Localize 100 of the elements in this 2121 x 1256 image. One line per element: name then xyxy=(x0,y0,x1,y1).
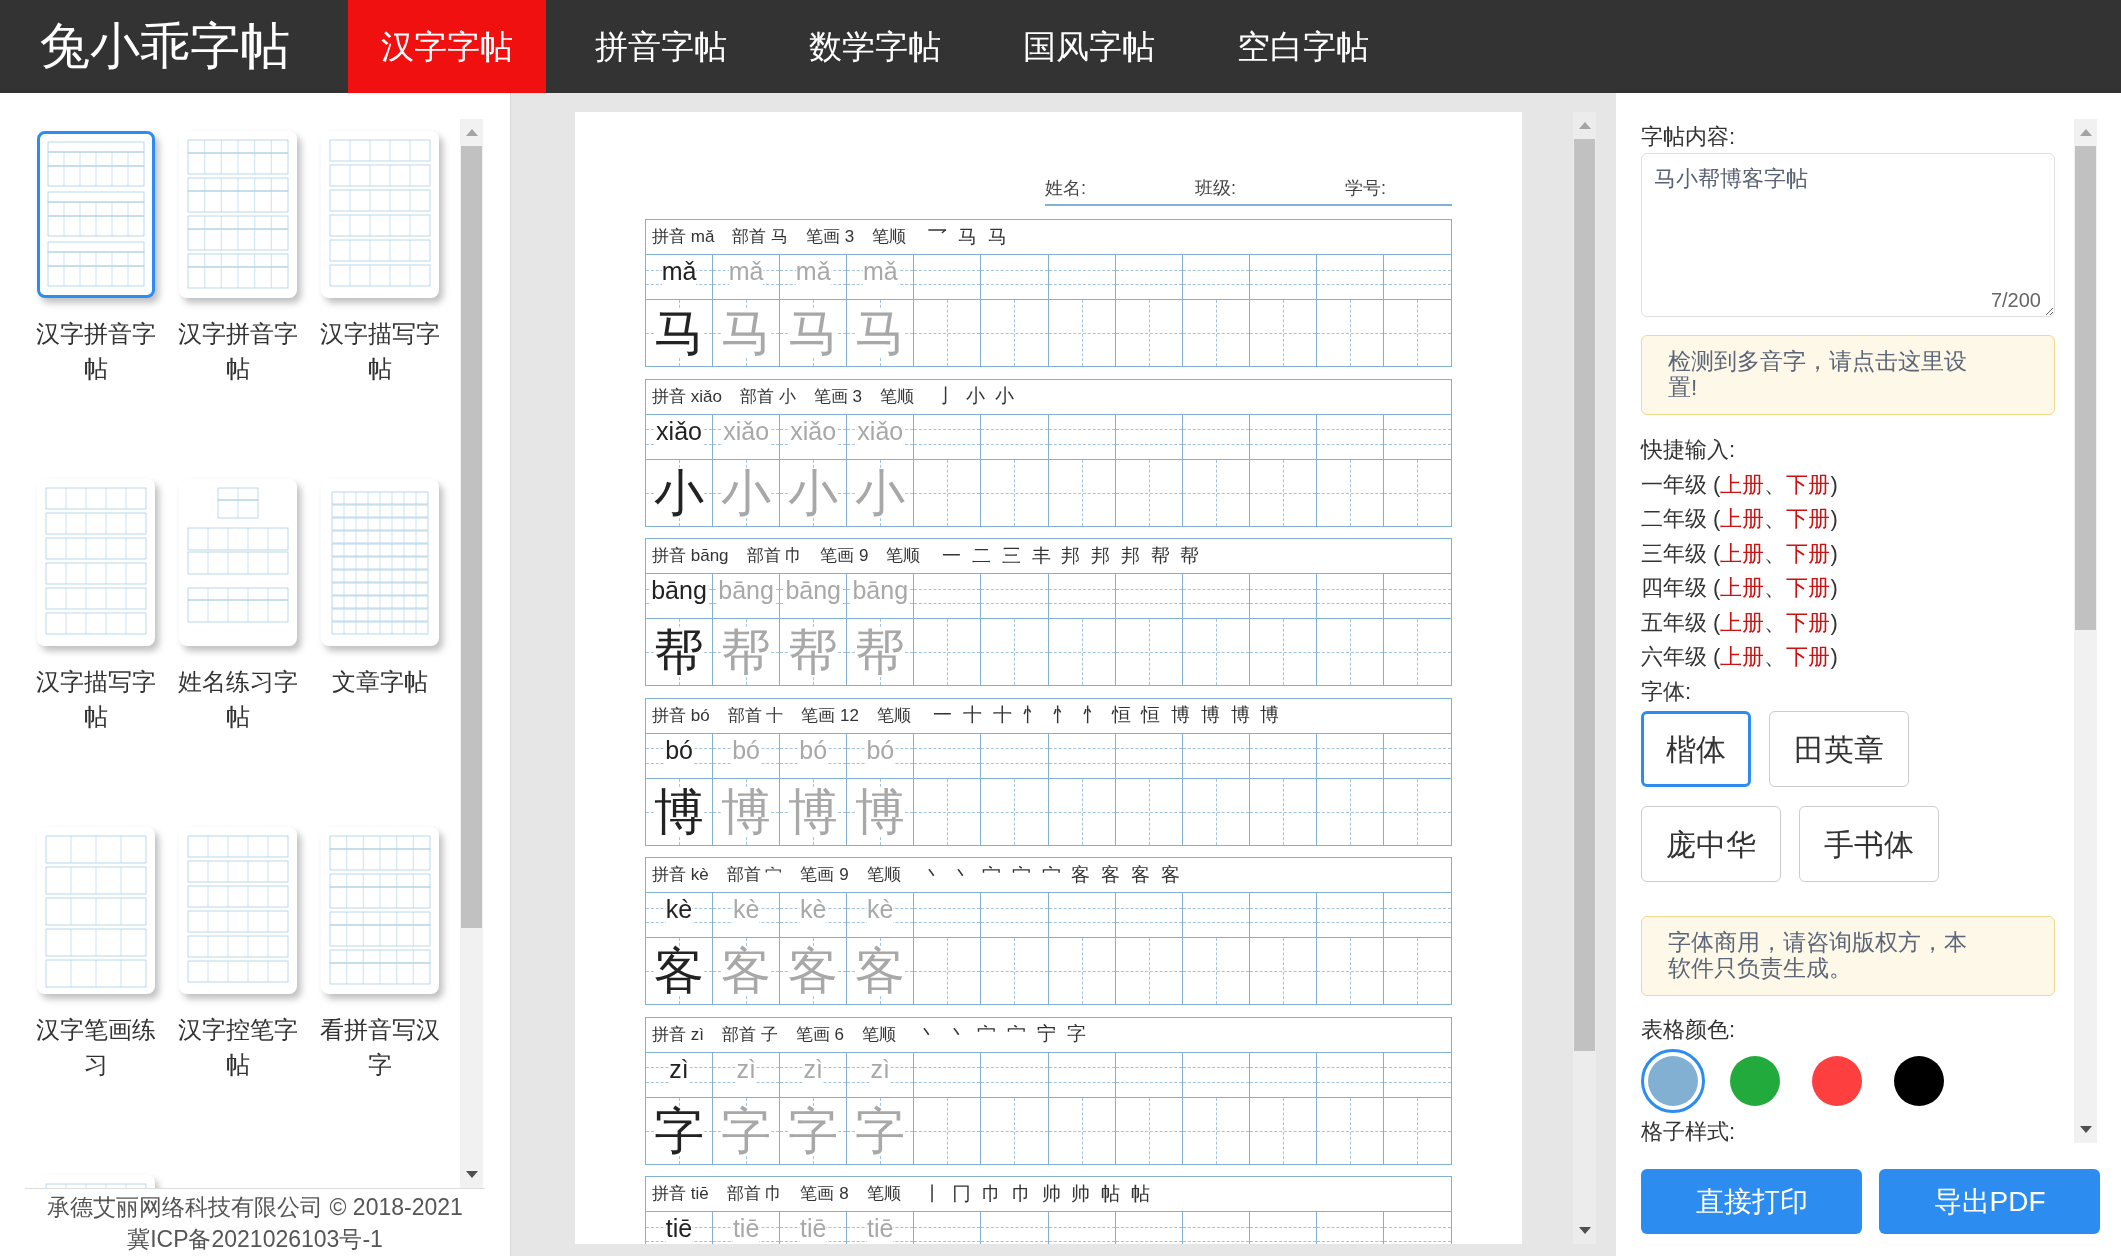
name-field-label: 姓名: xyxy=(1045,177,1087,200)
scrollbar-thumb[interactable] xyxy=(461,146,482,928)
grade-shortcut: 一年级 (上册、下册) xyxy=(1641,470,1839,499)
template-label[interactable]: 汉字笔画练习 xyxy=(31,1012,161,1082)
pinyin-info: 拼音 xiǎo xyxy=(652,385,722,408)
nav-tab[interactable]: 国风字帖 xyxy=(990,0,1188,93)
pinyin-cell: zì xyxy=(780,1052,848,1097)
scroll-down-arrow-icon[interactable] xyxy=(2079,1126,2092,1133)
worksheet-thumbnail[interactable] xyxy=(179,479,297,646)
nav-tab[interactable]: 空白字帖 xyxy=(1204,0,1402,93)
pinyin-cell: zì xyxy=(847,1052,915,1097)
empty-grid-cell xyxy=(1383,938,1451,1004)
character-cell: 博 xyxy=(780,778,848,845)
volume-link[interactable]: 上册 xyxy=(1720,506,1765,531)
site-logo[interactable]: 兔小乖字帖 xyxy=(0,0,348,93)
volume-link[interactable]: 下册 xyxy=(1786,609,1831,635)
scroll-down-arrow-icon[interactable] xyxy=(1578,1227,1591,1234)
content-label: 字帖内容: xyxy=(1641,123,1737,151)
template-label[interactable]: 汉字控笔字帖 xyxy=(173,1012,303,1082)
pinyin-cell: zì xyxy=(646,1052,714,1097)
scrollbar[interactable] xyxy=(1573,112,1596,1244)
worksheet-thumbnail[interactable] xyxy=(37,131,155,298)
font-option[interactable]: 手书体 xyxy=(1799,806,1939,882)
volume-link[interactable]: 上册 xyxy=(1720,471,1765,497)
volume-link[interactable]: 下册 xyxy=(1786,471,1831,497)
worksheet-thumbnail[interactable] xyxy=(321,827,439,994)
stroke-count-info: 笔画 3 xyxy=(813,385,862,408)
nav-tab[interactable]: 汉字字帖 xyxy=(348,0,546,93)
scrollbar-thumb[interactable] xyxy=(2075,146,2096,630)
template-label[interactable]: 看拼音写汉字 xyxy=(315,1012,445,1082)
template-label[interactable]: 文章字帖 xyxy=(332,664,428,699)
scrollbar-thumb[interactable] xyxy=(1574,139,1595,1051)
volume-link[interactable]: 下册 xyxy=(1786,575,1831,600)
scrollbar[interactable] xyxy=(460,119,483,1188)
character-cell: 帮 xyxy=(847,619,915,685)
worksheet-thumbnail[interactable] xyxy=(321,131,439,298)
grade-shortcut: 六年级 (上册、下册) xyxy=(1641,643,1839,671)
volume-link[interactable]: 下册 xyxy=(1786,644,1831,669)
empty-grid-cell xyxy=(1383,300,1451,366)
worksheet-thumbnail[interactable] xyxy=(37,827,155,994)
scrollbar[interactable] xyxy=(2074,119,2097,1143)
grade-shortcut: 五年级 (上册、下册) xyxy=(1641,608,1839,637)
character-cell: 客 xyxy=(646,938,714,1004)
student-number-field-label: 学号: xyxy=(1345,177,1387,200)
pinyin-cell: kè xyxy=(646,893,714,937)
character-cell: 马 xyxy=(847,300,915,366)
volume-link[interactable]: 上册 xyxy=(1720,609,1765,635)
template-label[interactable]: 姓名练习字帖 xyxy=(173,664,303,734)
stroke-order-label: 笔顺 xyxy=(877,704,911,727)
stroke-order-label: 笔顺 xyxy=(879,385,914,408)
pinyin-info: 拼音 zì xyxy=(652,1023,704,1046)
pinyin-cell: bó xyxy=(780,733,848,778)
character-cell: 字 xyxy=(713,1097,781,1164)
template-label[interactable]: 汉字描写字帖 xyxy=(31,664,161,734)
stroke-order-sequence: 一 十 十 忄 忄 忄 恒 恒 博 博 博 博 xyxy=(933,703,1280,728)
scroll-up-arrow-icon[interactable] xyxy=(465,129,478,136)
character-cell: 帮 xyxy=(780,619,848,685)
font-option[interactable]: 庞中华 xyxy=(1641,806,1781,882)
radical-info: 部首 子 xyxy=(721,1023,778,1046)
nav-tab[interactable]: 数学字帖 xyxy=(776,0,974,93)
stroke-count-info: 笔画 6 xyxy=(795,1023,844,1046)
nav-tab[interactable]: 拼音字帖 xyxy=(562,0,760,93)
radical-info: 部首 宀 xyxy=(726,864,783,887)
character-cell: 字 xyxy=(847,1097,915,1164)
scroll-up-arrow-icon[interactable] xyxy=(2079,129,2092,136)
pinyin-cell: mǎ xyxy=(646,255,714,299)
font-option[interactable]: 田英章 xyxy=(1769,711,1909,787)
stroke-order-label: 笔顺 xyxy=(861,1023,896,1046)
character-counter: 7/200 xyxy=(1990,288,2041,312)
grade-shortcut: 四年级 (上册、下册) xyxy=(1641,574,1839,602)
stroke-count-info: 笔画 9 xyxy=(820,545,869,568)
grid-color-label: 表格颜色: xyxy=(1641,1016,1737,1044)
pinyin-cell: bó xyxy=(646,733,714,778)
volume-link[interactable]: 下册 xyxy=(1786,540,1831,566)
character-cell: 博 xyxy=(646,778,714,845)
template-label[interactable]: 汉字描写字帖 xyxy=(315,316,445,386)
radical-info: 部首 巾 xyxy=(726,1183,783,1206)
pinyin-cell: tiē xyxy=(780,1212,848,1244)
volume-link[interactable]: 上册 xyxy=(1720,540,1765,566)
template-label[interactable]: 汉字拼音字帖 xyxy=(31,316,161,386)
scroll-up-arrow-icon[interactable] xyxy=(1578,122,1591,129)
template-label[interactable]: 汉字拼音字帖 xyxy=(173,316,303,386)
stroke-count-info: 笔画 3 xyxy=(806,226,855,249)
pinyin-cell: zì xyxy=(713,1052,781,1097)
character-cell: 字 xyxy=(646,1097,714,1164)
worksheet-thumbnail[interactable] xyxy=(179,827,297,994)
worksheet-thumbnail[interactable] xyxy=(179,131,297,298)
pinyin-cell: bāng xyxy=(780,574,848,618)
volume-link[interactable]: 下册 xyxy=(1786,506,1831,531)
polyphone-warning[interactable]: 检测到多音字，请点击这里设置! xyxy=(1641,335,2055,415)
font-option[interactable]: 楷体 xyxy=(1641,711,1751,787)
worksheet-thumbnail[interactable] xyxy=(321,479,439,646)
pinyin-cell: xiǎo xyxy=(713,414,781,459)
volume-link[interactable]: 上册 xyxy=(1720,575,1765,600)
character-cell: 小 xyxy=(780,459,848,526)
grid-style-label: 格子样式: xyxy=(1641,1117,1737,1146)
scroll-down-arrow-icon[interactable] xyxy=(465,1171,478,1178)
worksheet-thumbnail[interactable] xyxy=(37,479,155,646)
volume-link[interactable]: 上册 xyxy=(1720,644,1765,669)
pinyin-cell: bāng xyxy=(713,574,781,618)
